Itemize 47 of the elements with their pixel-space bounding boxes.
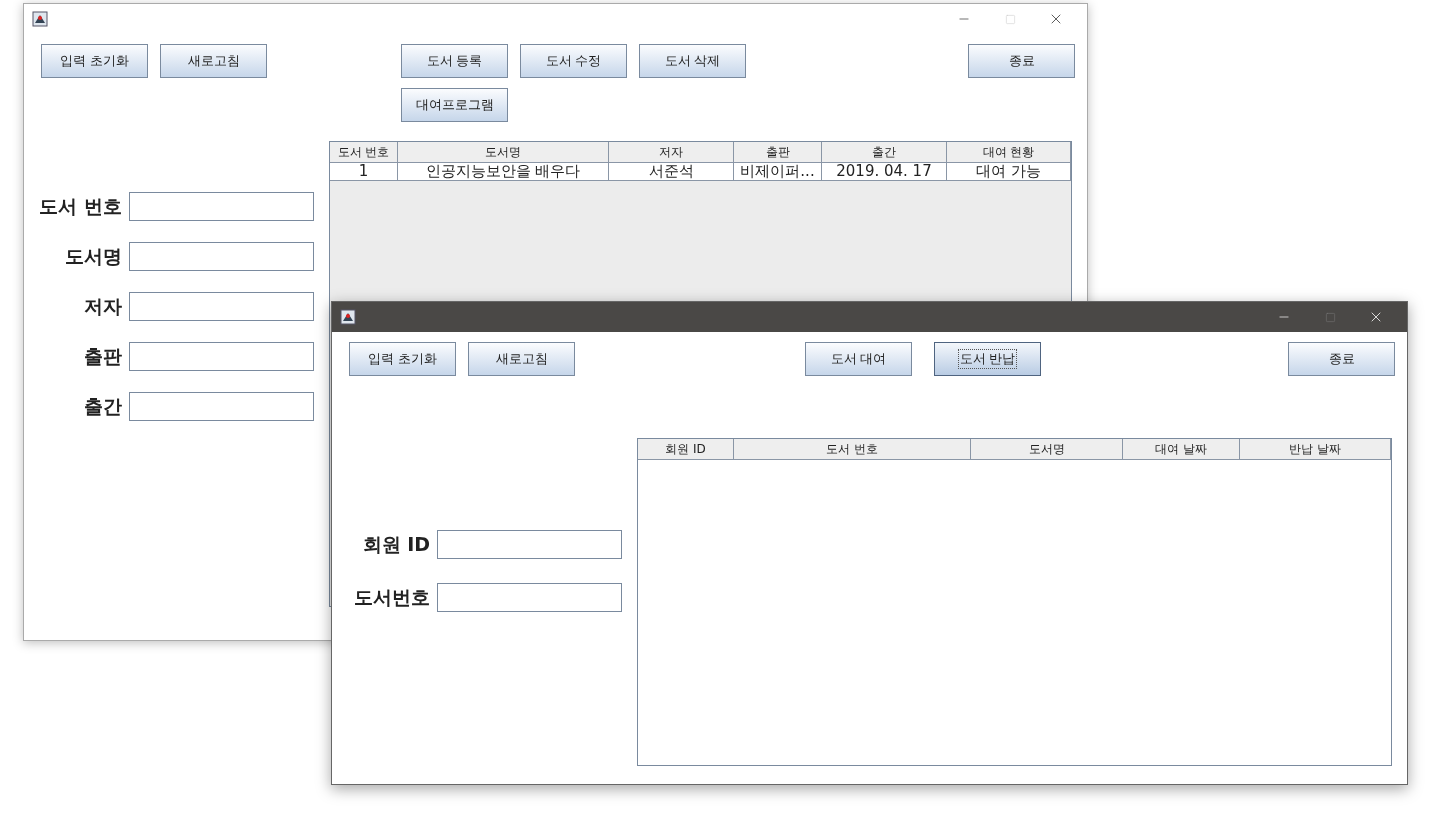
app-icon <box>340 309 356 325</box>
input-field[interactable] <box>129 192 314 221</box>
field-label: 출판 <box>83 344 122 370</box>
column-header[interactable]: 도서명 <box>398 142 609 163</box>
table-cell: 비제이퍼... <box>734 163 822 181</box>
toolbar-button[interactable]: 도서 반납 <box>934 342 1041 376</box>
toolbar-button[interactable]: 입력 초기화 <box>349 342 456 376</box>
input-field[interactable] <box>437 530 622 559</box>
input-field[interactable] <box>129 292 314 321</box>
toolbar-button[interactable]: 새로고침 <box>468 342 575 376</box>
column-header[interactable]: 출판 <box>734 142 822 163</box>
toolbar-button[interactable]: 대여프로그램 <box>401 88 508 122</box>
field-label: 도서 번호 <box>38 194 122 220</box>
toolbar-button[interactable]: 도서 삭제 <box>639 44 746 78</box>
app-icon <box>32 11 48 27</box>
table-cell: 2019. 04. 17 <box>822 163 947 181</box>
toolbar-button[interactable]: 도서 대여 <box>805 342 912 376</box>
column-header[interactable]: 도서 번호 <box>330 142 398 163</box>
column-header[interactable]: 회원 ID <box>638 439 734 460</box>
column-header[interactable]: 저자 <box>609 142 734 163</box>
field-label: 출간 <box>83 394 122 420</box>
table-cell: 인공지능보안을 배우다 <box>398 163 609 181</box>
toolbar-button[interactable]: 입력 초기화 <box>41 44 148 78</box>
column-header[interactable]: 대여 날짜 <box>1123 439 1240 460</box>
column-header[interactable]: 도서명 <box>971 439 1123 460</box>
toolbar-button[interactable]: 종료 <box>968 44 1075 78</box>
toolbar-button[interactable]: 도서 수정 <box>520 44 627 78</box>
toolbar-button[interactable]: 새로고침 <box>160 44 267 78</box>
field-label: 도서명 <box>64 244 122 270</box>
input-field[interactable] <box>129 392 314 421</box>
table-cell: 1 <box>330 163 398 181</box>
field-label: 회원 ID <box>361 532 430 558</box>
field-label: 도서번호 <box>353 585 430 611</box>
input-field[interactable] <box>129 342 314 371</box>
table-cell: 대여 가능 <box>947 163 1071 181</box>
field-label: 저자 <box>83 294 122 320</box>
column-header[interactable]: 도서 번호 <box>734 439 971 460</box>
column-header[interactable]: 출간 <box>822 142 947 163</box>
maximize-icon <box>1004 13 1016 25</box>
input-field[interactable] <box>437 583 622 612</box>
column-header[interactable]: 대여 현황 <box>947 142 1071 163</box>
maximize-icon <box>1324 311 1336 323</box>
table-cell: 서준석 <box>609 163 734 181</box>
column-header[interactable]: 반납 날짜 <box>1240 439 1391 460</box>
toolbar-button[interactable]: 종료 <box>1288 342 1395 376</box>
input-field[interactable] <box>129 242 314 271</box>
toolbar-button[interactable]: 도서 등록 <box>401 44 508 78</box>
